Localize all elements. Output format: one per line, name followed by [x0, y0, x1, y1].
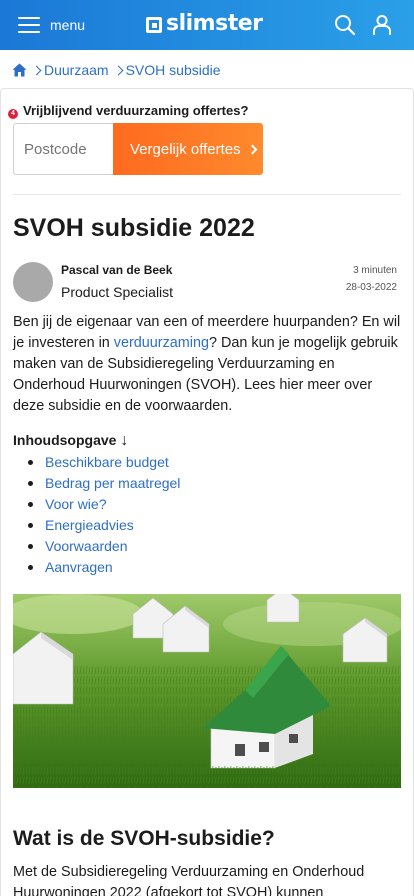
author-avatar: [13, 262, 53, 302]
hero-image-houses-on-grass: [13, 594, 401, 788]
breadcrumb-chevron-icon: [113, 65, 124, 75]
page-title: SVOH subsidie 2022: [13, 214, 255, 242]
hamburger-icon: [18, 17, 40, 33]
author-role: Product Specialist: [61, 284, 174, 300]
search-icon[interactable]: [333, 13, 357, 37]
menu-label: menu: [50, 17, 86, 33]
section-divider: [13, 194, 401, 195]
arrow-down-icon: ↓: [120, 432, 129, 449]
toc-item-voor-wie[interactable]: Voor wie?: [28, 494, 180, 515]
table-of-contents: Beschikbare budget Bedrag per maatregel …: [28, 452, 180, 578]
publish-date: 28-03-2022: [345, 282, 397, 293]
toc-item-voorwaarden[interactable]: Voorwaarden: [28, 536, 180, 557]
logo-mark-icon: [146, 17, 162, 33]
breadcrumb-item-svoh-subsidie[interactable]: SVOH subsidie: [126, 62, 221, 78]
top-navigation-bar: menu slimster: [0, 0, 414, 50]
toc-title: Inhoudsopgave ↓: [13, 432, 128, 450]
toc-title-text: Inhoudsopgave: [13, 432, 117, 448]
section-heading: Wat is de SVOH-subsidie?: [13, 827, 275, 850]
breadcrumb: Duurzaam SVOH subsidie: [12, 60, 221, 80]
verduurzaming-link[interactable]: verduurzaming: [114, 335, 209, 351]
chevron-right-icon: [247, 144, 258, 154]
read-time: 3 minuten: [353, 265, 397, 276]
offer-form-title: Vrijblijvend verduurzaming offertes?: [23, 102, 249, 118]
breadcrumb-chevron-icon: [31, 65, 42, 75]
home-icon[interactable]: [12, 63, 27, 77]
toc-item-aanvragen[interactable]: Aanvragen: [28, 557, 180, 578]
compare-offers-button[interactable]: Vergelijk offertes: [113, 123, 263, 175]
compare-offers-label: Vergelijk offertes: [130, 140, 241, 158]
toc-item-energieadvies[interactable]: Energieadvies: [28, 515, 180, 536]
toc-item-beschikbare-budget[interactable]: Beschikbare budget: [28, 452, 180, 473]
user-icon[interactable]: [370, 13, 394, 37]
postcode-input[interactable]: [13, 123, 114, 175]
intro-paragraph: Ben jij de eigenaar van een of meerdere …: [13, 312, 405, 417]
toc-item-bedrag-per-maatregel[interactable]: Bedrag per maatregel: [28, 473, 180, 494]
slimster-logo[interactable]: slimster: [146, 11, 263, 36]
section-paragraph: Met de Subsidieregeling Verduurzaming en…: [13, 864, 365, 896]
breadcrumb-item-duurzaam[interactable]: Duurzaam: [44, 62, 109, 78]
notification-badge: 4: [8, 109, 18, 119]
author-name: Pascal van de Beek: [61, 263, 173, 277]
logo-text: slimster: [166, 11, 263, 36]
offer-form-header: 4 Vrijblijvend verduurzaming offertes?: [8, 101, 248, 119]
menu-button[interactable]: menu: [18, 0, 85, 50]
